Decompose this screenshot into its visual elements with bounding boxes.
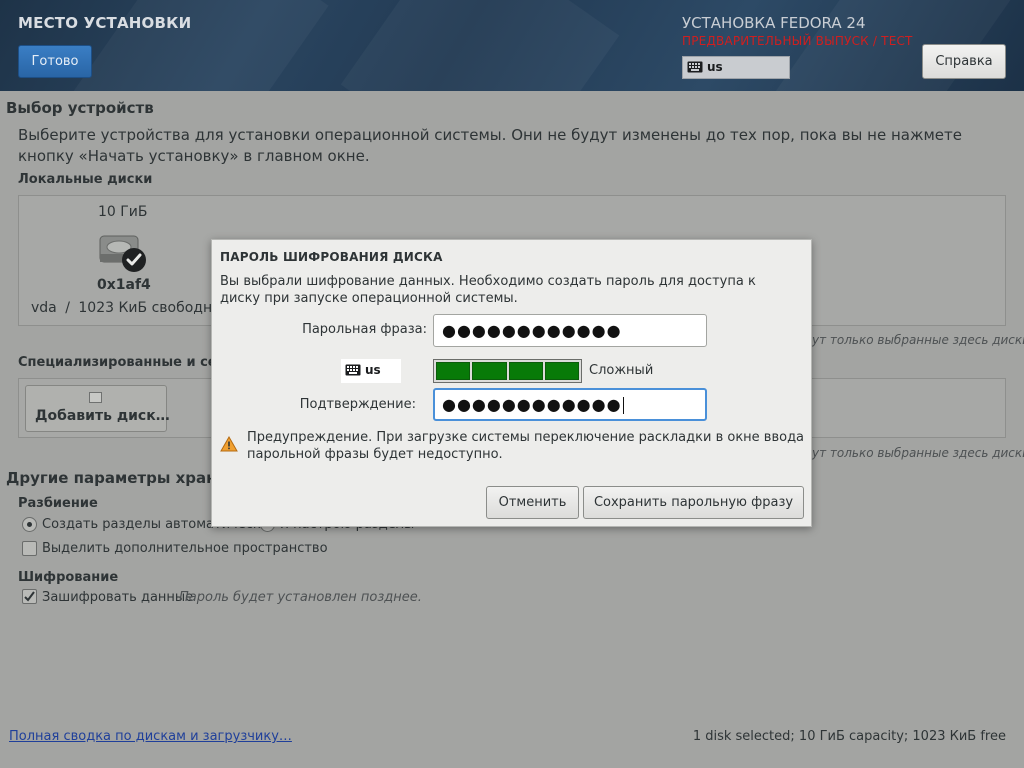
strength-segment [472, 362, 507, 380]
disk-free-space: 1023 КиБ свободно [78, 300, 221, 316]
passphrase-dialog: ПАРОЛЬ ШИФРОВАНИЯ ДИСКА Вы выбрали шифро… [211, 239, 812, 527]
warning-icon [220, 436, 238, 452]
dialog-keyboard-layout-indicator[interactable]: us [341, 359, 401, 383]
disk-add-icon [89, 392, 102, 403]
product-title: УСТАНОВКА FEDORA 24 [682, 14, 866, 32]
strength-segment [544, 362, 579, 380]
checkmark-icon [24, 591, 35, 602]
encrypt-label: Зашифровать данные [42, 590, 194, 605]
extra-space-checkbox[interactable] [22, 541, 37, 556]
help-button[interactable]: Справка [922, 44, 1006, 79]
passphrase-input[interactable]: ●●●●●●●●●●●● [433, 314, 707, 347]
disk-name: 0x1af4 [97, 277, 151, 293]
hard-disk-icon[interactable] [98, 232, 148, 274]
dialog-keyboard-layout-label: us [365, 363, 381, 377]
confirm-input[interactable]: ●●●●●●●●●●●● [433, 388, 707, 421]
disk-separator: / [65, 300, 70, 316]
local-disks-title: Локальные диски [18, 172, 153, 187]
header-bar: МЕСТО УСТАНОВКИ Готово УСТАНОВКА FEDORA … [0, 0, 1024, 91]
specialized-disks-title: Специализированные и сетев [18, 355, 242, 370]
confirm-label: Подтверждение: [299, 397, 416, 412]
confirm-input-value: ●●●●●●●●●●●● [442, 395, 622, 414]
strength-segment [508, 362, 543, 380]
dialog-description: Вы выбрали шифрование данных. Необходимо… [220, 274, 756, 306]
prerelease-label: ПРЕДВАРИТЕЛЬНЫЙ ВЫПУСК / ТЕСТ [682, 34, 913, 48]
cancel-button[interactable]: Отменить [486, 486, 579, 519]
auto-partition-radio[interactable] [22, 517, 37, 532]
passphrase-strength-label: Сложный [589, 363, 654, 378]
page-title: МЕСТО УСТАНОВКИ [18, 14, 192, 32]
add-disk-button[interactable]: Добавить диск… [25, 385, 170, 432]
local-disks-note: ут только выбранные здесь диски. [812, 333, 1024, 347]
strength-segment [436, 362, 471, 380]
keyboard-icon [687, 61, 703, 73]
passphrase-strength-bar [433, 359, 582, 383]
add-disk-label: Добавить диск… [35, 408, 170, 424]
extra-space-label: Выделить дополнительное пространство [42, 541, 328, 556]
encrypt-hint: Пароль будет установлен позднее. [179, 590, 422, 605]
disk-size: 10 ГиБ [98, 204, 148, 220]
keyboard-icon [345, 364, 361, 376]
encrypt-checkbox[interactable] [22, 589, 37, 604]
save-passphrase-button[interactable]: Сохранить парольную фразу [583, 486, 804, 519]
keyboard-layout-label: us [707, 60, 723, 74]
device-selection-title: Выбор устройств [6, 99, 154, 117]
disk-status-summary: 1 disk selected; 10 ГиБ capacity; 1023 К… [692, 729, 1006, 744]
partitioning-title: Разбиение [18, 496, 98, 511]
dialog-title: ПАРОЛЬ ШИФРОВАНИЯ ДИСКА [220, 250, 443, 264]
disk-device: vda [31, 300, 57, 316]
keyboard-layout-indicator[interactable]: us [682, 56, 790, 79]
device-selection-description: Выберите устройства для установки операц… [18, 126, 962, 165]
specialized-disks-note: ут только выбранные здесь диски. [812, 446, 1024, 460]
disk-summary-link[interactable]: Полная сводка по дискам и загрузчику… [9, 729, 292, 744]
text-caret [622, 397, 624, 414]
done-button[interactable]: Готово [18, 45, 92, 78]
passphrase-label: Парольная фраза: [302, 322, 427, 337]
disk-free-info: vda / 1023 КиБ свободно [31, 300, 221, 316]
encryption-title: Шифрование [18, 570, 119, 585]
layout-warning-text: Предупреждение. При загрузке системы пер… [247, 430, 805, 462]
header-decoration [340, 0, 620, 91]
